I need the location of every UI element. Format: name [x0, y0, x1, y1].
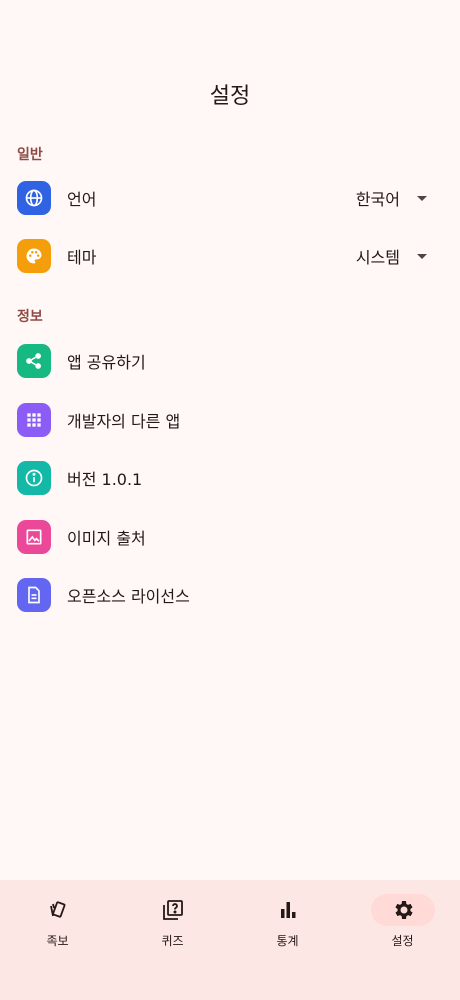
image-credits-row[interactable]: 이미지 출처 [0, 511, 460, 563]
nav-label-stats: 통계 [276, 934, 299, 948]
open-source-licenses-row[interactable]: 오픈소스 라이선스 [0, 569, 460, 621]
section-header-info: 정보 [17, 309, 43, 325]
quiz-icon [141, 894, 205, 926]
nav-tab-settings[interactable]: 설정 [345, 894, 460, 964]
theme-label: 테마 [67, 248, 97, 267]
bar-chart-icon [256, 894, 320, 926]
open-source-licenses-label: 오픈소스 라이선스 [67, 587, 190, 606]
nav-label-quiz: 퀴즈 [161, 934, 184, 948]
nav-label-settings: 설정 [391, 934, 414, 948]
image-credits-label: 이미지 출처 [67, 529, 146, 548]
page-title: 설정 [209, 84, 251, 109]
bottom-navigation-bar: 족보 퀴즈 통계 설정 [0, 880, 460, 1000]
theme-dropdown-icon[interactable] [417, 253, 427, 259]
language-setting-row[interactable]: 언어 한국어 [0, 172, 460, 224]
info-icon [17, 461, 51, 495]
share-icon [17, 344, 51, 378]
theme-value[interactable]: 시스템 [356, 244, 400, 268]
palette-icon [17, 239, 51, 273]
cards-icon [26, 894, 90, 926]
document-icon [17, 578, 51, 612]
section-header-general: 일반 [17, 147, 43, 163]
version-label: 버전 1.0.1 [67, 470, 143, 489]
apps-grid-icon [17, 403, 51, 437]
image-icon [17, 520, 51, 554]
developer-apps-label: 개발자의 다른 앱 [67, 412, 181, 431]
globe-icon [17, 181, 51, 215]
language-value[interactable]: 한국어 [356, 186, 400, 210]
nav-tab-jokbo[interactable]: 족보 [0, 894, 115, 964]
gear-icon [370, 894, 435, 926]
version-row[interactable]: 버전 1.0.1 [0, 452, 460, 504]
share-app-row[interactable]: 앱 공유하기 [0, 335, 460, 387]
language-dropdown-icon[interactable] [417, 195, 427, 201]
share-app-label: 앱 공유하기 [67, 353, 146, 372]
nav-tab-stats[interactable]: 통계 [230, 894, 345, 964]
language-label: 언어 [67, 190, 97, 209]
nav-label-jokbo: 족보 [46, 934, 69, 948]
nav-tab-quiz[interactable]: 퀴즈 [115, 894, 230, 964]
theme-setting-row[interactable]: 테마 시스템 [0, 230, 460, 282]
developer-apps-row[interactable]: 개발자의 다른 앱 [0, 394, 460, 446]
